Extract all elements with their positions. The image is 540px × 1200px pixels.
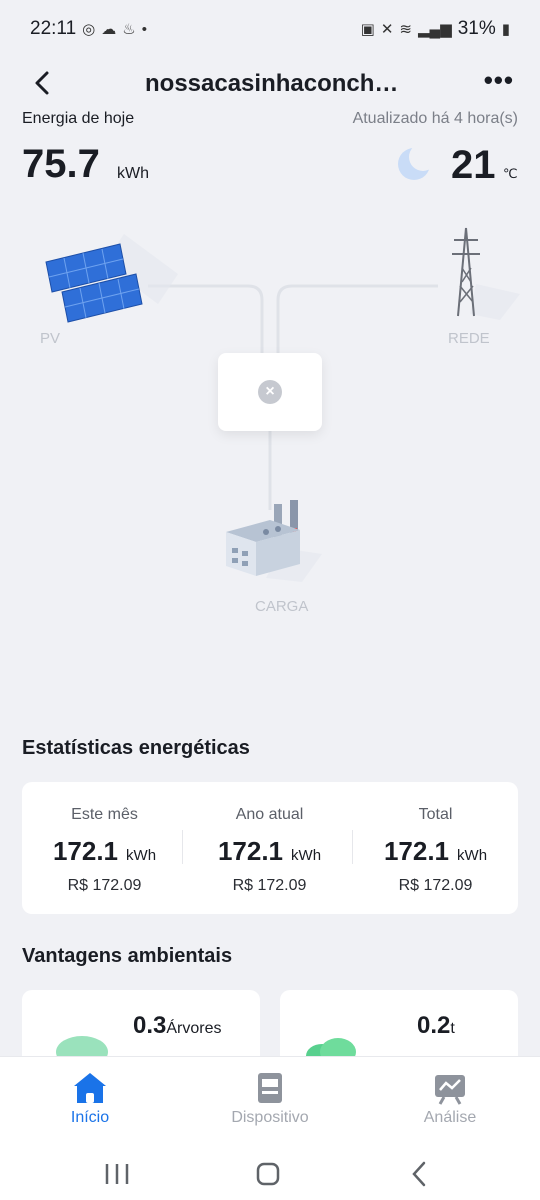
- whatsapp-icon: ◎: [82, 21, 96, 38]
- stat-month-money: R$ 172.09: [67, 877, 142, 894]
- moon-icon: [398, 144, 434, 180]
- status-bar: 22:11 ◎ ☁ ♨ • ▣ ✕ ≋ ▂▄▆ 31% ▮: [0, 0, 540, 58]
- device-icon: [258, 1073, 282, 1103]
- temperature-unit: ℃: [503, 166, 518, 181]
- stat-total-money: R$ 172.09: [398, 877, 473, 894]
- energy-today-unit: kWh: [117, 165, 149, 182]
- cloud-icon: ☁: [101, 21, 117, 38]
- co2-value: 0.2t: [417, 1012, 455, 1039]
- bottom-nav: Início Dispositivo Análise: [0, 1056, 540, 1144]
- stat-total: Total 172.1 kWh R$ 172.09: [353, 782, 518, 914]
- stat-year: Ano atual 172.1 kWh R$ 172.09: [187, 782, 352, 914]
- stat-month-value: 172.1 kWh: [52, 836, 157, 866]
- pv-label: PV: [40, 330, 61, 347]
- mute-icon: ✕: [380, 21, 394, 38]
- factory-icon: [226, 500, 322, 582]
- stat-year-money: R$ 172.09: [232, 877, 307, 894]
- temperature-value: 21: [451, 143, 496, 187]
- nav-analysis-label: Análise: [423, 1109, 477, 1126]
- stat-month-label: Este mês: [71, 806, 138, 823]
- back-button-icon[interactable]: [400, 1154, 440, 1194]
- grid-tower-icon: [452, 227, 520, 320]
- grid-label: REDE: [448, 330, 490, 347]
- back-arrow-icon[interactable]: [28, 68, 58, 98]
- energy-today-value: 75.7: [22, 142, 100, 186]
- system-nav-bar: [0, 1144, 540, 1200]
- stat-year-value: 172.1 kWh: [217, 836, 322, 866]
- flame-icon: ♨: [122, 21, 136, 38]
- recent-apps-icon[interactable]: [97, 1154, 137, 1194]
- energy-stats-card[interactable]: Este mês 172.1 kWh R$ 172.09 Ano atual 17…: [22, 782, 518, 914]
- battery-saver-icon: ▣: [360, 21, 375, 38]
- energy-flow-diagram: PV REDE × CARGA: [0, 210, 540, 630]
- solar-panel-icon: [45, 234, 178, 323]
- nav-analysis[interactable]: Análise: [360, 1057, 540, 1145]
- updated-time: Atualizado há 4 hora(s): [352, 110, 518, 127]
- wifi-icon: ≋: [399, 21, 412, 38]
- battery-percent: 31%: [457, 18, 496, 39]
- more-options-icon[interactable]: •••: [484, 67, 514, 93]
- analysis-icon: [435, 1075, 465, 1105]
- stat-year-label: Ano atual: [235, 806, 304, 823]
- notification-dot: •: [141, 20, 147, 38]
- stat-total-value: 172.1 kWh: [383, 836, 488, 866]
- status-time: 22:11: [30, 18, 77, 39]
- energy-stats-title: Estatísticas energéticas: [22, 737, 250, 759]
- plant-title: nossacasinhaconch…: [145, 70, 399, 97]
- nav-home[interactable]: Início: [0, 1057, 180, 1145]
- app-header: nossacasinhaconch… •••: [0, 58, 540, 108]
- home-icon: [74, 1073, 106, 1103]
- inverter-box[interactable]: ×: [218, 353, 322, 431]
- nav-device[interactable]: Dispositivo: [180, 1057, 360, 1145]
- stat-divider: [182, 830, 183, 864]
- stat-total-label: Total: [418, 806, 453, 823]
- home-button-icon[interactable]: [248, 1154, 288, 1194]
- energy-today-label: Energia de hoje: [22, 110, 135, 127]
- stat-month: Este mês 172.1 kWh R$ 172.09: [22, 782, 187, 914]
- trees-value: 0.3Árvores: [133, 1012, 222, 1039]
- load-label: CARGA: [255, 598, 309, 615]
- inverter-offline-icon: ×: [258, 380, 282, 404]
- signal-icon: ▂▄▆: [418, 21, 452, 38]
- nav-device-label: Dispositivo: [231, 1109, 309, 1126]
- environment-title: Vantagens ambientais: [22, 945, 233, 967]
- battery-icon: ▮: [501, 21, 510, 38]
- nav-home-label: Início: [70, 1109, 110, 1126]
